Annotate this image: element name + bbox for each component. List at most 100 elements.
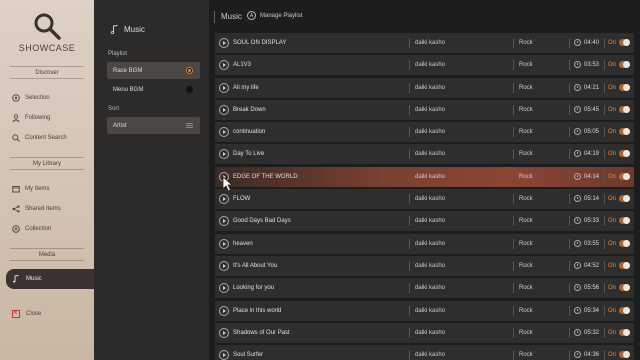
nav-item-music[interactable]: Music (6, 269, 94, 289)
clock-icon (574, 328, 581, 336)
track-enabled-toggle[interactable] (619, 39, 630, 46)
track-enabled-toggle[interactable] (619, 239, 630, 247)
toggle-state-label: On (608, 173, 617, 180)
track-enabled-toggle[interactable] (619, 195, 630, 203)
nav-item-content-search[interactable]: Content Search (12, 131, 67, 145)
toggle-state-label: On (608, 262, 617, 269)
track-duration: 04:40 (584, 40, 600, 46)
track-enabled-toggle[interactable] (619, 351, 630, 359)
divider (409, 194, 410, 205)
play-icon[interactable] (219, 149, 229, 160)
track-row[interactable]: It's All About You daiki kasho Rock 04:52 On (215, 255, 634, 276)
track-enabled-toggle[interactable] (619, 328, 630, 336)
divider (409, 238, 410, 249)
left-navigation: SHOWCASE Discover Selection Following Co… (0, 0, 94, 360)
manage-playlist-button[interactable]: A Manage Playlist (247, 11, 302, 20)
track-genre: Rock (519, 173, 533, 180)
track-enabled-toggle[interactable] (619, 261, 630, 269)
track-panel: Music A Manage Playlist SOUL ON DISPLAY d… (209, 0, 640, 360)
playlist-option-menu-bgm[interactable]: Menu BGM (107, 81, 200, 98)
track-artist: daiki kasho (415, 240, 446, 247)
track-row[interactable]: All my life daiki kasho Rock 04:21 On (215, 77, 634, 98)
panel-title-text: Music (124, 25, 145, 34)
track-enabled-toggle[interactable] (619, 61, 630, 69)
divider (214, 11, 215, 23)
track-row[interactable]: SOUL ON DISPLAY daiki kasho Rock 04:40 On (215, 33, 634, 53)
track-row[interactable]: Day To Live daiki kasho Rock 04:19 On (215, 144, 634, 165)
play-icon[interactable] (219, 127, 229, 138)
sort-select[interactable]: Artist (107, 117, 200, 134)
divider (604, 171, 605, 182)
track-genre: Rock (519, 352, 533, 359)
track-row[interactable]: Place in this world daiki kasho Rock 05:34 O… (215, 300, 634, 321)
divider (604, 60, 605, 71)
divider (409, 149, 410, 160)
divider (513, 238, 514, 249)
divider (513, 149, 514, 160)
search-icon (12, 134, 20, 142)
top-bar: Music A Manage Playlist (209, 0, 640, 33)
track-row[interactable]: heaven daiki kasho Rock 03:55 On (215, 233, 634, 254)
clock-icon (574, 239, 581, 247)
play-icon[interactable] (219, 238, 229, 249)
nav-item-collection[interactable]: Collection (12, 222, 51, 236)
nav-item-my-items[interactable]: My Items (12, 182, 49, 196)
nav-item-label: Music (26, 276, 42, 282)
track-enabled-toggle[interactable] (619, 105, 630, 113)
track-enabled-toggle[interactable] (619, 217, 630, 225)
nav-item-shared-items[interactable]: Shared Items (12, 202, 61, 216)
track-row[interactable]: Break Down daiki kasho Rock 05:45 On (215, 99, 634, 120)
nav-item-following[interactable]: Following (12, 111, 50, 125)
divider (569, 216, 570, 227)
play-icon[interactable] (219, 260, 229, 271)
track-enabled-toggle[interactable] (619, 150, 630, 158)
divider (604, 283, 605, 294)
track-row[interactable]: Soul Surfer daiki kasho Rock 04:36 On (215, 345, 634, 360)
close-button[interactable]: Close (12, 307, 41, 321)
track-row[interactable]: EDGE OF THE WORLD daiki kasho Rock 04:14 On (215, 166, 634, 187)
mouse-cursor-icon (222, 176, 234, 192)
play-icon[interactable] (219, 350, 229, 360)
track-artist: daiki kasho (415, 173, 446, 180)
track-row[interactable]: Good Days Bad Days daiki kasho Rock 05:33 On (215, 211, 634, 232)
play-icon[interactable] (219, 283, 229, 294)
music-note-icon (13, 275, 19, 283)
track-row[interactable]: Shadows of Our Past daiki kasho Rock 05:32 O… (215, 322, 634, 343)
track-duration: 05:05 (584, 129, 600, 136)
track-artist: daiki kasho (415, 84, 446, 91)
play-icon[interactable] (219, 194, 229, 205)
play-icon[interactable] (219, 305, 229, 316)
track-artist: daiki kasho (415, 285, 446, 292)
track-duration: 04:21 (584, 84, 600, 91)
clock-icon (574, 128, 581, 136)
nav-item-selection[interactable]: Selection (12, 91, 50, 105)
play-icon[interactable] (219, 327, 229, 338)
divider (513, 305, 514, 316)
track-row[interactable]: FLOW daiki kasho Rock 05:14 On (215, 189, 634, 210)
divider (604, 194, 605, 205)
playlist-option-race-bgm[interactable]: Race BGM (107, 62, 200, 79)
divider (569, 238, 570, 249)
track-enabled-toggle[interactable] (619, 172, 630, 180)
play-icon[interactable] (219, 38, 229, 48)
play-icon[interactable] (219, 60, 229, 71)
section-media: Media (10, 248, 84, 261)
divider (513, 38, 514, 48)
track-title: Day To Live (233, 151, 265, 158)
divider (513, 171, 514, 182)
track-row[interactable]: AL1V3 daiki kasho Rock 03:53 On (215, 55, 634, 76)
track-row[interactable]: Looking for you daiki kasho Rock 05:56 On (215, 278, 634, 299)
track-duration: 05:33 (584, 218, 600, 225)
track-duration: 04:36 (584, 352, 600, 359)
track-genre: Rock (519, 106, 533, 113)
play-icon[interactable] (219, 216, 229, 227)
person-icon (12, 114, 20, 122)
track-enabled-toggle[interactable] (619, 284, 630, 292)
track-enabled-toggle[interactable] (619, 306, 630, 314)
track-enabled-toggle[interactable] (619, 83, 630, 91)
track-row[interactable]: continuation daiki kasho Rock 05:05 On (215, 122, 634, 143)
play-icon[interactable] (219, 82, 229, 93)
play-icon[interactable] (219, 104, 229, 115)
toggle-state-label: On (608, 218, 617, 225)
track-enabled-toggle[interactable] (619, 128, 630, 136)
